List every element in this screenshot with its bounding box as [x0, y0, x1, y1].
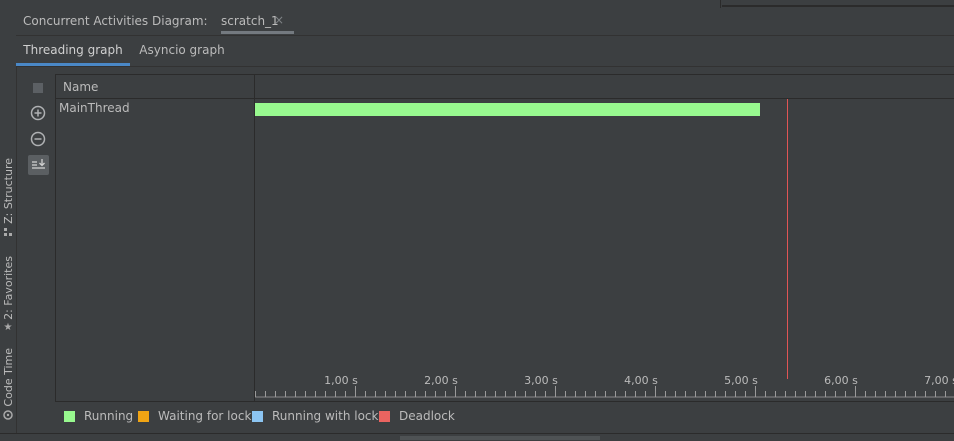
legend-item: Deadlock	[379, 409, 455, 423]
thread-activity-bar[interactable]	[255, 103, 760, 116]
time-axis-tick-label: 6,00 s	[824, 374, 858, 387]
legend-swatch	[252, 410, 263, 422]
legend-label: Waiting for lock	[158, 409, 252, 423]
time-axis-tick-label: 1,00 s	[324, 374, 358, 387]
zoom-in-icon	[30, 105, 46, 121]
graph-toolbar	[17, 74, 54, 400]
time-axis-tick-label: 2,00 s	[424, 374, 458, 387]
graph-tabs: Threading graph Asyncio graph	[16, 36, 954, 67]
zoom-in-button[interactable]	[29, 104, 47, 122]
top-strip-scrollbar[interactable]	[722, 5, 954, 7]
legend-label: Running	[84, 409, 134, 423]
time-axis: 1,00 s 2,00 s 3,00 s 4,00 s 5,00 s 6,00 s 7,00…	[255, 374, 954, 398]
scroll-to-end-button[interactable]	[28, 155, 49, 175]
thread-name-label: MainThread	[59, 101, 130, 115]
threading-graph-panel: Name MainThread 1,00 s 2,00 s 3,00 s 4,00 s…	[55, 74, 954, 401]
clock-icon	[3, 409, 13, 420]
sidebar-item-label: Z: Structure	[1, 158, 15, 224]
left-tool-stripe: Z: Structure 2: Favorites ★ Code Time	[0, 8, 17, 440]
sidebar-item-label: Code Time	[1, 348, 15, 407]
legend-label: Running with lock	[272, 409, 379, 423]
top-strip-divider	[720, 0, 721, 8]
legend: Running Waiting for lock Running with lock…	[55, 401, 954, 429]
legend-item: Running	[64, 409, 133, 423]
time-axis-tick-label: 4,00 s	[624, 374, 658, 387]
time-axis-tick-label: 5,00 s	[724, 374, 758, 387]
sidebar-item-label: 2: Favorites	[1, 256, 15, 320]
diagram-header: Concurrent Activities Diagram: scratch_1…	[16, 8, 954, 36]
diagram-title: Concurrent Activities Diagram:	[23, 14, 208, 28]
legend-item: Waiting for lock	[138, 409, 251, 423]
structure-icon	[3, 227, 13, 237]
stop-button[interactable]	[29, 79, 47, 97]
thread-names-column: MainThread	[56, 99, 255, 401]
timeline-header	[255, 75, 954, 99]
sidebar-item-structure[interactable]: Z: Structure	[0, 158, 16, 237]
file-tab-scratch[interactable]: scratch_1 ×	[221, 8, 294, 34]
tab-asyncio-graph[interactable]: Asyncio graph	[130, 36, 234, 66]
time-axis-tick-label: 3,00 s	[524, 374, 558, 387]
stop-icon	[33, 83, 43, 93]
legend-swatch	[379, 410, 390, 422]
name-column-header[interactable]: Name	[56, 75, 255, 99]
scroll-to-end-icon	[32, 159, 45, 169]
legend-swatch	[64, 410, 75, 422]
name-column-header-label: Name	[63, 80, 99, 94]
tab-threading-graph[interactable]: Threading graph	[16, 36, 130, 66]
legend-item: Running with lock	[252, 409, 378, 423]
close-icon[interactable]: ×	[274, 13, 284, 27]
legend-label: Deadlock	[399, 409, 455, 423]
horizontal-scrollbar-thumb[interactable]	[400, 436, 600, 440]
sidebar-item-code-time[interactable]: Code Time	[0, 348, 16, 420]
file-tab-label: scratch_1	[221, 14, 279, 28]
time-axis-tick-label: 7,00 s	[924, 374, 954, 387]
zoom-out-icon	[30, 131, 46, 147]
star-icon: ★	[3, 321, 13, 333]
zoom-out-button[interactable]	[29, 130, 47, 148]
legend-swatch	[138, 410, 149, 422]
sidebar-item-favorites[interactable]: 2: Favorites ★	[0, 256, 16, 333]
current-time-marker	[787, 99, 788, 379]
timeline-area[interactable]: 1,00 s 2,00 s 3,00 s 4,00 s 5,00 s 6,00 s 7,00…	[255, 99, 954, 401]
